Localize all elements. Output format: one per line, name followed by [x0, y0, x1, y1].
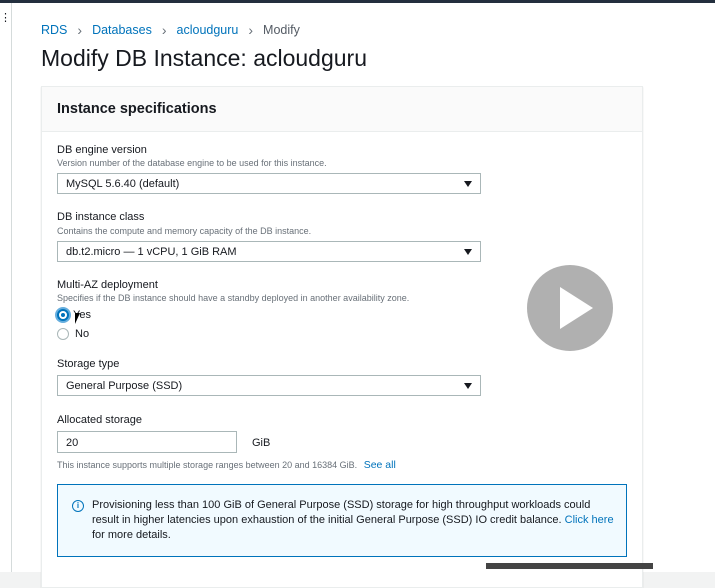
allocated-storage-label: Allocated storage: [57, 414, 142, 426]
breadcrumb-instance[interactable]: acloudguru: [177, 23, 239, 37]
breadcrumb-rds[interactable]: RDS: [41, 23, 67, 37]
multi-az-description: Specifies if the DB instance should have…: [57, 293, 410, 303]
panel-title: Instance specifications: [57, 101, 217, 117]
play-icon: [560, 287, 593, 329]
caret-down-icon: [464, 181, 472, 187]
breadcrumb-current: Modify: [263, 23, 300, 37]
allocated-storage-input[interactable]: 20: [57, 431, 237, 453]
kebab-menu-icon[interactable]: ⋮: [0, 13, 11, 24]
storage-range-text: This instance supports multiple storage …: [57, 460, 358, 470]
chevron-right-icon: ›: [77, 22, 83, 38]
instance-class-select[interactable]: db.t2.micro — 1 vCPU, 1 GiB RAM: [57, 241, 481, 262]
allocated-storage-unit: GiB: [252, 437, 271, 449]
click-here-link[interactable]: Click here: [565, 514, 614, 526]
chevron-right-icon: ›: [248, 22, 254, 38]
video-progress-bar[interactable]: [486, 563, 653, 569]
caret-down-icon: [464, 383, 472, 389]
multi-az-yes-radio[interactable]: [57, 309, 69, 321]
storage-info-alert: i Provisioning less than 100 GiB of Gene…: [57, 484, 627, 557]
alert-text-before: Provisioning less than 100 GiB of Genera…: [92, 499, 591, 526]
engine-version-value: MySQL 5.6.40 (default): [66, 178, 180, 190]
multi-az-label: Multi-AZ deployment: [57, 279, 158, 291]
page-title: Modify DB Instance: acloudguru: [41, 45, 368, 71]
instance-class-label: DB instance class: [57, 211, 145, 223]
alert-message: Provisioning less than 100 GiB of Genera…: [92, 498, 617, 543]
see-all-link[interactable]: See all: [364, 459, 396, 471]
alert-text-after: for more details.: [92, 529, 171, 541]
caret-down-icon: [464, 249, 472, 255]
breadcrumb-databases[interactable]: Databases: [92, 23, 152, 37]
instance-class-description: Contains the compute and memory capacity…: [57, 226, 312, 236]
storage-type-label: Storage type: [57, 358, 120, 370]
engine-version-select[interactable]: MySQL 5.6.40 (default): [57, 173, 481, 194]
info-circle-icon: i: [72, 500, 84, 512]
mouse-cursor-icon: [75, 313, 80, 324]
panel-header: Instance specifications: [42, 87, 642, 132]
multi-az-no-label[interactable]: No: [75, 328, 89, 340]
multi-az-no-radio[interactable]: [57, 328, 69, 340]
storage-type-select[interactable]: General Purpose (SSD): [57, 375, 481, 396]
engine-version-label: DB engine version: [57, 144, 147, 156]
instance-class-value: db.t2.micro — 1 vCPU, 1 GiB RAM: [66, 246, 237, 258]
engine-version-description: Version number of the database engine to…: [57, 158, 327, 168]
storage-type-value: General Purpose (SSD): [66, 380, 183, 392]
breadcrumb: RDS › Databases › acloudguru › Modify: [41, 22, 300, 38]
side-navigation-rail: ⋮: [0, 3, 12, 572]
chevron-right-icon: ›: [161, 22, 167, 38]
allocated-storage-hint: This instance supports multiple storage …: [57, 459, 396, 471]
video-play-button[interactable]: [527, 265, 613, 351]
